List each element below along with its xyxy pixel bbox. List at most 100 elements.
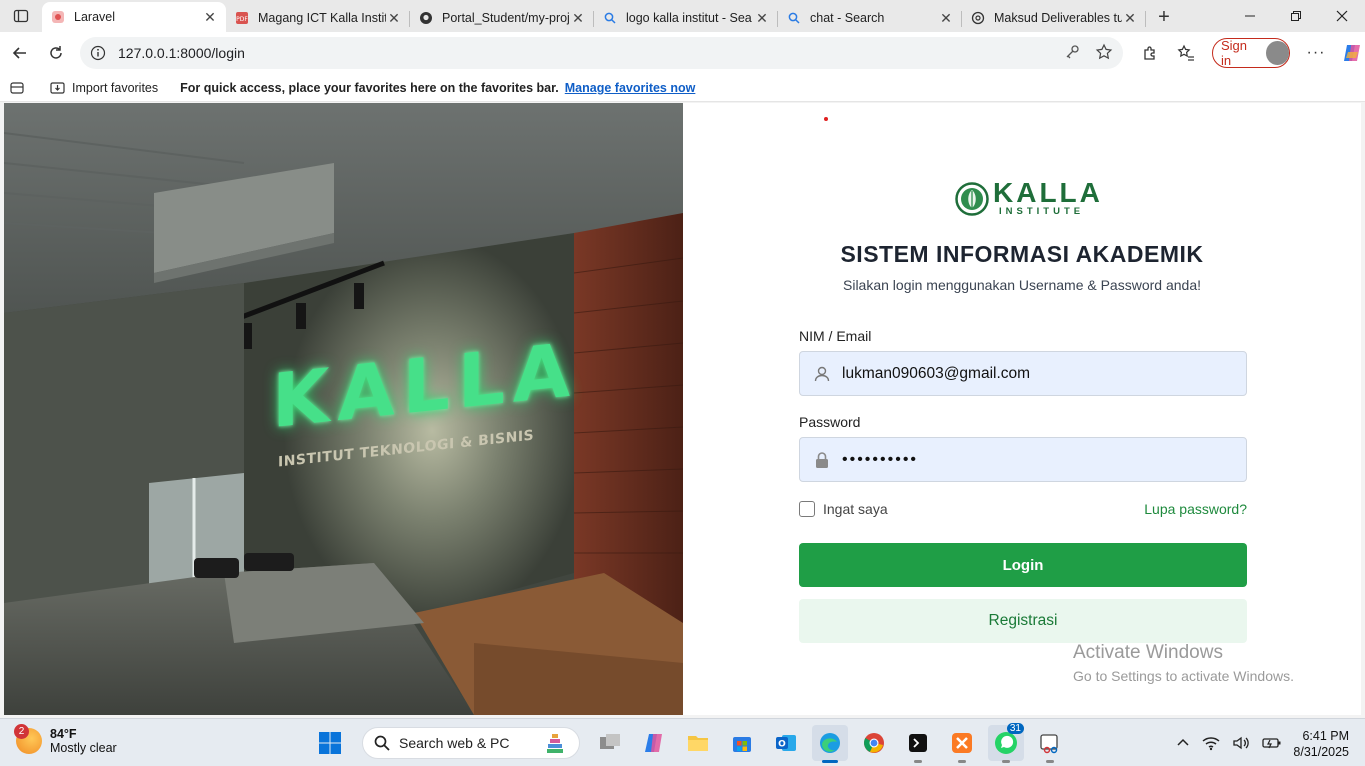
- task-view-button[interactable]: [592, 725, 628, 761]
- logo-main-text: KALLA: [993, 177, 1103, 208]
- key-icon[interactable]: [1063, 43, 1081, 61]
- close-icon: [1336, 10, 1348, 22]
- close-window-button[interactable]: [1319, 0, 1365, 32]
- chatgpt-favicon-icon: [970, 10, 986, 26]
- chrome-button[interactable]: [856, 725, 892, 761]
- favorite-star-icon[interactable]: [1095, 43, 1113, 61]
- close-tab-icon[interactable]: ✕: [386, 10, 402, 27]
- page-title: SISTEM INFORMASI AKADEMIK: [840, 241, 1204, 267]
- snipping-tool-button[interactable]: [1032, 725, 1068, 763]
- chevron-up-icon[interactable]: [1176, 736, 1190, 750]
- settings-more-button[interactable]: ···: [1298, 35, 1334, 71]
- lobby-photo: KALLA INSTITUT TEKNOLOGI & BISNIS: [4, 103, 683, 715]
- copilot-icon: [645, 734, 662, 752]
- outlook-icon: O: [776, 735, 796, 751]
- tab-github[interactable]: Portal_Student/my-proj ✕: [410, 4, 594, 32]
- tab-actions-button[interactable]: [0, 0, 42, 32]
- page-viewport: KALLA INSTITUT TEKNOLOGI & BISNIS KALLA …: [4, 103, 1361, 715]
- file-explorer-button[interactable]: [680, 725, 716, 761]
- username-field[interactable]: [799, 351, 1247, 396]
- sidebar-toggle-icon[interactable]: [10, 81, 24, 95]
- import-icon: [50, 81, 65, 94]
- battery-icon[interactable]: [1262, 735, 1282, 751]
- tab-title: Laravel: [74, 10, 115, 24]
- kalla-institute-logo: KALLA INSTITUTE: [955, 177, 1103, 217]
- tab-title: logo kalla institut - Sea: [626, 11, 752, 25]
- laravel-favicon-icon: [50, 9, 66, 25]
- url-text[interactable]: 127.0.0.1:8000/login: [118, 45, 245, 61]
- restore-button[interactable]: [1273, 0, 1319, 32]
- close-tab-icon[interactable]: ✕: [938, 10, 954, 27]
- microsoft-store-button[interactable]: [724, 725, 760, 761]
- sign-in-label: Sign in: [1221, 38, 1248, 68]
- folder-icon: [688, 736, 708, 751]
- login-button[interactable]: Login: [799, 543, 1247, 587]
- search-placeholder: Search web & PC: [399, 735, 510, 751]
- copilot-app-button[interactable]: [636, 725, 672, 761]
- wifi-icon[interactable]: [1202, 735, 1220, 751]
- tab-magang-ict[interactable]: PDF Magang ICT Kalla Instit ✕: [226, 4, 410, 32]
- refresh-icon: [50, 46, 62, 59]
- password-field[interactable]: [799, 437, 1247, 482]
- kalla-leaf-logo-icon: [955, 181, 989, 216]
- minimize-button[interactable]: [1227, 0, 1273, 32]
- search-favicon-icon: [602, 10, 618, 26]
- restore-icon: [1291, 11, 1301, 21]
- close-tab-icon[interactable]: ✕: [754, 10, 770, 27]
- svg-text:O: O: [778, 740, 786, 750]
- remember-checkbox[interactable]: [799, 501, 815, 517]
- tab-title: Magang ICT Kalla Instit: [258, 11, 386, 25]
- manage-favorites-link[interactable]: Manage favorites now: [565, 81, 696, 95]
- whatsapp-button[interactable]: 31: [988, 723, 1024, 763]
- temperature: 84°F: [50, 727, 77, 741]
- terminal-icon: [909, 734, 927, 752]
- close-tab-icon[interactable]: ✕: [570, 10, 586, 27]
- weather-widget[interactable]: 2 84°F Mostly clear: [14, 724, 117, 755]
- import-favorites-button[interactable]: Import favorites: [50, 81, 158, 95]
- remember-label[interactable]: Ingat saya: [823, 501, 888, 517]
- register-button[interactable]: Registrasi: [799, 599, 1247, 643]
- chrome-icon: [864, 733, 884, 753]
- edge-button[interactable]: [812, 725, 848, 763]
- weather-condition: Mostly clear: [50, 741, 117, 755]
- copilot-button[interactable]: [1334, 35, 1365, 71]
- clock[interactable]: 6:41 PM 8/31/2025: [1293, 728, 1349, 760]
- url-bar[interactable]: 127.0.0.1:8000/login: [80, 37, 1123, 69]
- tab-actions-icon: [13, 9, 29, 23]
- remember-row: Ingat saya Lupa password?: [799, 499, 1247, 519]
- github-favicon-icon: [418, 10, 434, 26]
- forgot-password-link[interactable]: Lupa password?: [1144, 501, 1247, 517]
- taskbar: 2 84°F Mostly clear Search web & PC O 31…: [0, 718, 1365, 766]
- edge-browser-icon: [820, 733, 840, 753]
- system-tray: [1176, 719, 1282, 766]
- xampp-button[interactable]: [944, 725, 980, 763]
- tab-title: Portal_Student/my-proj: [442, 11, 570, 25]
- favorites-bar: Import favorites For quick access, place…: [0, 74, 1365, 102]
- tab-laravel[interactable]: Laravel ✕: [42, 2, 226, 32]
- site-info-icon[interactable]: [90, 45, 106, 61]
- username-input[interactable]: [842, 364, 1222, 383]
- password-input[interactable]: [842, 450, 1222, 469]
- red-dot-indicator: [824, 117, 828, 121]
- tab-chatgpt[interactable]: Maksud Deliverables tu ✕: [962, 4, 1146, 32]
- password-label: Password: [799, 414, 861, 430]
- sign-in-button[interactable]: Sign in: [1212, 38, 1290, 68]
- taskbar-search[interactable]: Search web & PC: [362, 727, 580, 759]
- new-tab-button[interactable]: +: [1146, 2, 1182, 32]
- close-tab-icon[interactable]: ✕: [202, 9, 218, 26]
- start-button[interactable]: [312, 725, 348, 761]
- outlook-button[interactable]: O: [768, 725, 804, 761]
- favorites-button[interactable]: [1168, 35, 1204, 71]
- puzzle-icon: [1144, 46, 1155, 60]
- extensions-button[interactable]: [1132, 35, 1168, 71]
- terminal-app-button[interactable]: [900, 725, 936, 763]
- tab-chat-search[interactable]: chat - Search ✕: [778, 4, 962, 32]
- back-button[interactable]: [2, 35, 38, 71]
- windows-logo-icon: [319, 732, 341, 754]
- close-tab-icon[interactable]: ✕: [1122, 10, 1138, 27]
- volume-icon[interactable]: [1232, 735, 1250, 751]
- tab-logo-search[interactable]: logo kalla institut - Sea ✕: [594, 4, 778, 32]
- search-highlight-icon: [547, 734, 563, 753]
- refresh-button[interactable]: [38, 35, 74, 71]
- task-view-icon: [600, 734, 620, 749]
